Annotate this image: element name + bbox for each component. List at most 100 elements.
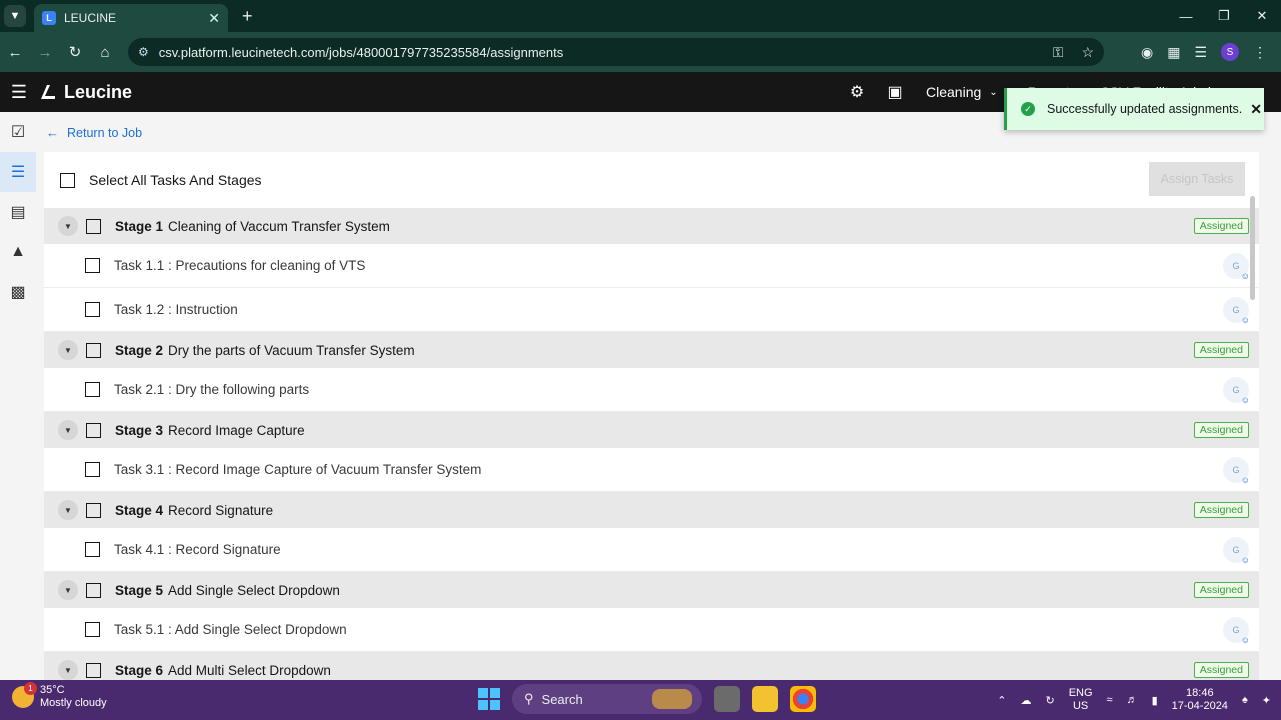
language-indicator[interactable]: ENG US	[1069, 687, 1093, 713]
collapse-toggle-icon[interactable]: ▼	[58, 580, 78, 600]
toast-message: Successfully updated assignments.	[1047, 102, 1243, 116]
back-icon[interactable]: ←	[0, 44, 30, 61]
camera-extension-icon[interactable]: ◉	[1141, 44, 1153, 61]
chrome-icon[interactable]	[790, 686, 816, 712]
scrollbar-thumb[interactable]	[1250, 196, 1255, 300]
assignee-initial: G	[1232, 545, 1240, 555]
task-checkbox[interactable]	[85, 382, 100, 397]
copilot-icon[interactable]: ✦	[1262, 694, 1271, 707]
os-taskbar: 1 35°C Mostly cloudy ⚲ Search ⌃ ☁ ↻ ENG …	[0, 680, 1281, 720]
task-checkbox[interactable]	[85, 622, 100, 637]
hamburger-menu-icon[interactable]: ☰	[0, 82, 38, 103]
stage-row: ▼ Stage 5 Add Single Select Dropdown Ass…	[44, 572, 1259, 608]
volume-icon[interactable]: ♬	[1127, 694, 1138, 706]
window-controls: — ❐ ✕	[1167, 0, 1281, 32]
onedrive-cloud-icon[interactable]: ☁	[1020, 694, 1031, 707]
stage-checkbox[interactable]	[86, 502, 101, 518]
assignee-avatar[interactable]: G ☺	[1223, 297, 1250, 325]
browser-menu-icon[interactable]: ⋮	[1253, 44, 1267, 61]
profile-avatar[interactable]: S	[1221, 43, 1239, 61]
settings-gear-icon[interactable]: ⚙	[846, 82, 868, 102]
task-row: Task 1.1 : Precautions for cleaning of V…	[44, 244, 1259, 288]
collapse-toggle-icon[interactable]: ▼	[58, 420, 78, 440]
stage-checkbox[interactable]	[86, 582, 101, 598]
clock[interactable]: 18:46 17-04-2024	[1172, 687, 1228, 713]
stage-checkbox[interactable]	[86, 342, 101, 358]
arrow-left-icon: ←	[46, 125, 59, 140]
sync-icon[interactable]: ↻	[1045, 694, 1054, 707]
jobs-nav-icon[interactable]: ☰	[0, 152, 36, 192]
browser-tab[interactable]: L LEUCINE ✕	[34, 4, 228, 32]
browser-toolbar: ← → ↻ ⌂ ⚙ csv.platform.leucinetech.com/j…	[0, 32, 1281, 72]
address-bar[interactable]: ⚙ csv.platform.leucinetech.com/jobs/4800…	[128, 38, 1104, 66]
stage-checkbox[interactable]	[86, 218, 101, 234]
inbox-nav-icon[interactable]: ☑	[0, 112, 36, 152]
collapse-toggle-icon[interactable]: ▼	[58, 216, 78, 236]
task-label: Task 2.1 : Dry the following parts	[114, 382, 310, 397]
reload-icon[interactable]: ↻	[60, 43, 90, 61]
weather-widget[interactable]: 1 35°C Mostly cloudy	[12, 682, 107, 710]
minimize-icon[interactable]: —	[1167, 9, 1205, 24]
date: 17-04-2024	[1171, 700, 1228, 712]
task-checkbox[interactable]	[85, 302, 100, 317]
status-badge: Assigned	[1193, 662, 1249, 678]
battery-icon[interactable]: ▮	[1152, 694, 1158, 707]
status-badge: Assigned	[1193, 218, 1249, 234]
task-view-icon[interactable]	[714, 686, 740, 712]
assignee-avatar[interactable]: G ☺	[1223, 457, 1250, 485]
chevron-up-icon[interactable]: ⌃	[997, 694, 1006, 707]
collapse-toggle-icon[interactable]: ▼	[58, 500, 78, 520]
extensions-area: ◉ ▦ ☰ S ⋮	[1141, 32, 1281, 72]
assignee-avatar[interactable]: G ☺	[1223, 253, 1250, 281]
tab-search-icon[interactable]: ▼	[4, 5, 26, 27]
tab-close-icon[interactable]: ✕	[208, 10, 220, 27]
scan-icon[interactable]: ▣	[884, 82, 906, 102]
collapse-toggle-icon[interactable]: ▼	[58, 660, 78, 680]
person-icon: ☺	[1240, 271, 1250, 281]
collapse-toggle-icon[interactable]: ▼	[58, 340, 78, 360]
windows-start-icon[interactable]	[478, 688, 500, 710]
task-checkbox[interactable]	[85, 462, 100, 477]
task-row: Task 1.2 : Instruction G ☺	[44, 288, 1259, 332]
close-window-icon[interactable]: ✕	[1243, 8, 1281, 24]
facility-dropdown-label: Cleaning	[926, 84, 982, 100]
select-all-checkbox[interactable]	[60, 172, 75, 188]
task-checkbox[interactable]	[85, 258, 100, 273]
stage-checkbox[interactable]	[86, 422, 101, 438]
stage-number: Stage 5	[115, 582, 164, 598]
leucine-logo[interactable]: Leucine	[38, 82, 132, 103]
file-explorer-icon[interactable]	[752, 686, 778, 712]
taskbar-search[interactable]: ⚲ Search	[512, 684, 702, 714]
password-key-icon[interactable]: ⚿	[1053, 44, 1064, 61]
assign-tasks-button[interactable]: Assign Tasks	[1149, 162, 1245, 196]
new-tab-icon[interactable]: +	[242, 6, 253, 27]
assignee-avatar[interactable]: G ☺	[1223, 537, 1250, 565]
home-icon[interactable]: ⌂	[90, 44, 120, 61]
wifi-icon[interactable]: ≈	[1107, 694, 1113, 706]
reports-nav-icon[interactable]: ▩	[0, 272, 36, 312]
task-label: Task 5.1 : Add Single Select Dropdown	[114, 622, 347, 637]
chevron-down-icon: ⌄	[989, 86, 998, 98]
person-icon: ☺	[1240, 395, 1250, 405]
notification-bell-icon[interactable]: ♠	[1242, 694, 1248, 706]
forward-icon[interactable]: →	[30, 44, 60, 61]
task-checkbox[interactable]	[85, 542, 100, 557]
facility-dropdown[interactable]: Cleaning ⌄	[926, 84, 998, 100]
leucine-logo-icon	[38, 82, 58, 102]
media-queue-icon[interactable]: ☰	[1194, 44, 1207, 61]
assignee-initial: G	[1232, 465, 1240, 475]
stage-checkbox[interactable]	[86, 662, 101, 678]
ontology-nav-icon[interactable]: ▲	[0, 232, 36, 272]
assignee-avatar[interactable]: G ☺	[1223, 617, 1250, 645]
extensions-puzzle-icon[interactable]: ▦	[1167, 44, 1180, 61]
restore-icon[interactable]: ❐	[1205, 8, 1243, 24]
assignee-initial: G	[1232, 305, 1240, 315]
bookmark-star-icon[interactable]: ☆	[1081, 44, 1094, 61]
site-info-icon[interactable]: ⚙	[138, 45, 149, 59]
assignee-initial: G	[1232, 625, 1240, 635]
main-content: ← Return to Job Select All Tasks And Sta…	[36, 112, 1281, 680]
toast-close-icon[interactable]: ✕	[1250, 101, 1262, 118]
return-to-job-link[interactable]: ← Return to Job	[46, 125, 142, 140]
checklists-nav-icon[interactable]: ▤	[0, 192, 36, 232]
assignee-avatar[interactable]: G ☺	[1223, 377, 1250, 405]
